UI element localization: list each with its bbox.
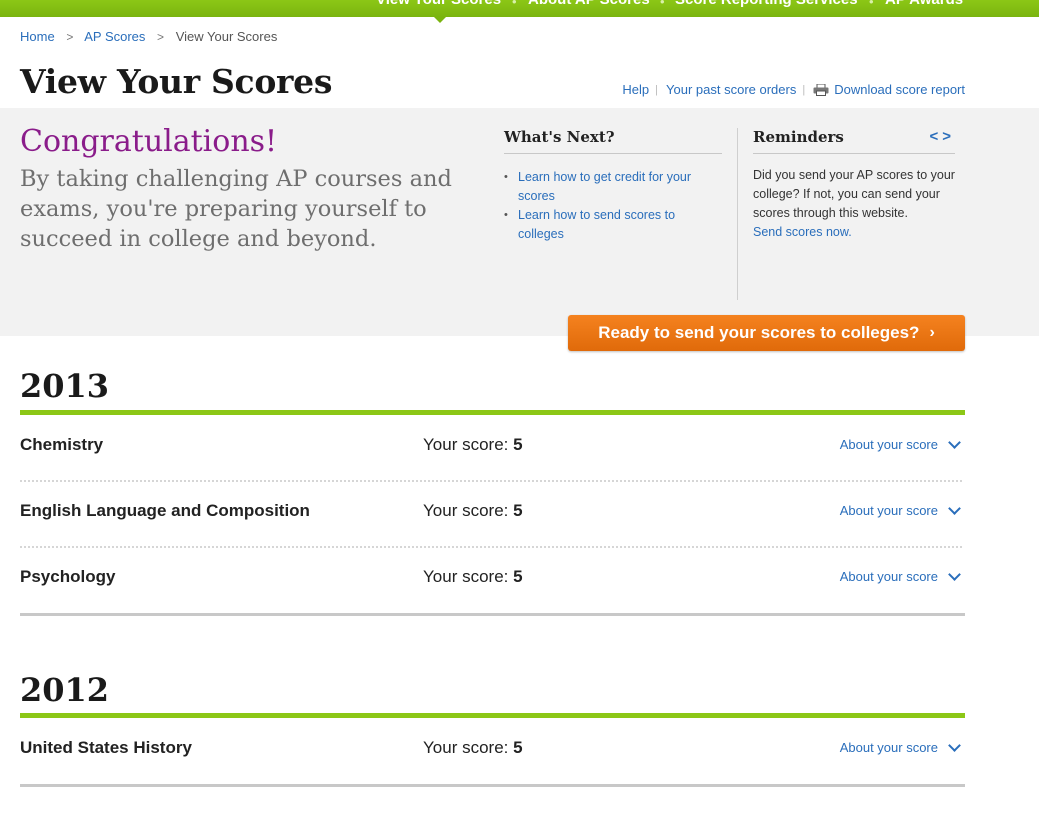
breadcrumb: Home > AP Scores > View Your Scores bbox=[20, 29, 277, 44]
chevron-down-icon bbox=[948, 567, 961, 581]
breadcrumb-home[interactable]: Home bbox=[20, 29, 55, 44]
score-value: Your score: 5 bbox=[423, 567, 523, 587]
nav-score-reporting-services[interactable]: Score Reporting Services bbox=[675, 0, 858, 8]
score-row: Psychology Your score: 5 About your scor… bbox=[20, 567, 965, 633]
section-end-divider bbox=[20, 613, 965, 616]
hero-message: By taking challenging AP courses and exa… bbox=[20, 166, 452, 252]
help-link[interactable]: Help bbox=[622, 82, 649, 97]
about-score-label: About your score bbox=[839, 437, 938, 452]
year-heading: 2013 bbox=[20, 367, 110, 405]
about-score-toggle[interactable]: About your score bbox=[839, 567, 961, 584]
breadcrumb-ap-scores[interactable]: AP Scores bbox=[84, 29, 145, 44]
link-divider: | bbox=[655, 83, 659, 96]
score-number: 5 bbox=[513, 567, 523, 586]
get-credit-link[interactable]: Learn how to get credit for your scores bbox=[518, 170, 691, 203]
whats-next-panel: What's Next? Learn how to get credit for… bbox=[504, 128, 722, 244]
chevron-left-icon[interactable]: < bbox=[929, 128, 942, 145]
about-score-label: About your score bbox=[839, 740, 938, 755]
send-scores-cta-button[interactable]: Ready to send your scores to colleges? › bbox=[568, 315, 965, 351]
reminders-title: Reminders bbox=[753, 128, 955, 154]
section-end-divider bbox=[20, 784, 965, 787]
subject-name: United States History bbox=[20, 738, 192, 757]
send-scores-info-link[interactable]: Learn how to send scores to colleges bbox=[518, 208, 675, 241]
breadcrumb-separator: > bbox=[66, 30, 74, 44]
subject-name: Chemistry bbox=[20, 435, 104, 454]
score-label: Your score: bbox=[423, 501, 509, 520]
about-score-toggle[interactable]: About your score bbox=[839, 501, 961, 518]
score-label: Your score: bbox=[423, 738, 509, 757]
score-value: Your score: 5 bbox=[423, 501, 523, 521]
breadcrumb-separator: > bbox=[157, 30, 165, 44]
utility-links: Help | Your past score orders | Download… bbox=[622, 82, 965, 97]
chevron-down-icon bbox=[948, 738, 961, 752]
chevron-down-icon bbox=[948, 501, 961, 515]
active-nav-caret bbox=[434, 17, 446, 23]
congratulations-heading: Congratulations! bbox=[20, 124, 278, 159]
score-value: Your score: 5 bbox=[423, 435, 523, 455]
about-score-label: About your score bbox=[839, 503, 938, 518]
score-row: Chemistry Your score: 5 About your score bbox=[20, 435, 965, 501]
hero-panel: Congratulations! By taking challenging A… bbox=[0, 108, 1039, 336]
page-title: View Your Scores bbox=[20, 62, 333, 101]
score-number: 5 bbox=[513, 435, 523, 454]
about-score-toggle[interactable]: About your score bbox=[839, 435, 961, 452]
top-nav: View Your Scores • About AP Scores • Sco… bbox=[0, 0, 1039, 17]
score-label: Your score: bbox=[423, 567, 509, 586]
whats-next-title: What's Next? bbox=[504, 128, 722, 154]
nav-about-ap-scores[interactable]: About AP Scores bbox=[528, 0, 650, 8]
reminder-text: Did you send your AP scores to your coll… bbox=[753, 168, 955, 220]
score-value: Your score: 5 bbox=[423, 738, 523, 758]
score-row: English Language and Composition Your sc… bbox=[20, 501, 965, 567]
whats-next-item: Learn how to send scores to colleges bbox=[504, 206, 722, 244]
nav-ap-awards[interactable]: AP Awards bbox=[885, 0, 963, 8]
year-divider bbox=[20, 713, 965, 718]
nav-separator: • bbox=[869, 0, 874, 9]
download-score-report-link[interactable]: Download score report bbox=[834, 82, 965, 97]
score-number: 5 bbox=[513, 738, 523, 757]
past-score-orders-link[interactable]: Your past score orders bbox=[666, 82, 796, 97]
printer-icon[interactable] bbox=[813, 83, 829, 96]
panel-divider bbox=[737, 128, 738, 300]
nav-separator: • bbox=[660, 0, 665, 9]
year-divider bbox=[20, 410, 965, 415]
send-scores-now-link[interactable]: Send scores now. bbox=[753, 223, 955, 242]
subject-name: Psychology bbox=[20, 567, 116, 586]
score-number: 5 bbox=[513, 501, 523, 520]
row-divider bbox=[20, 480, 962, 482]
chevron-down-icon bbox=[948, 435, 961, 449]
reminders-panel: Reminders <> Did you send your AP scores… bbox=[753, 128, 955, 242]
year-heading: 2012 bbox=[20, 671, 110, 709]
cta-label: Ready to send your scores to colleges? bbox=[598, 323, 920, 342]
score-row: United States History Your score: 5 Abou… bbox=[20, 738, 965, 804]
nav-separator: • bbox=[512, 0, 517, 9]
reminders-nav: <> bbox=[929, 128, 955, 145]
score-label: Your score: bbox=[423, 435, 509, 454]
link-divider: | bbox=[802, 83, 806, 96]
subject-name: English Language and Composition bbox=[20, 501, 310, 520]
chevron-right-icon: › bbox=[929, 324, 935, 341]
whats-next-item: Learn how to get credit for your scores bbox=[504, 168, 722, 206]
nav-view-your-scores[interactable]: View Your Scores bbox=[376, 0, 501, 8]
about-score-toggle[interactable]: About your score bbox=[839, 738, 961, 755]
about-score-label: About your score bbox=[839, 569, 938, 584]
breadcrumb-current: View Your Scores bbox=[175, 29, 278, 44]
chevron-right-icon[interactable]: > bbox=[942, 128, 955, 145]
row-divider bbox=[20, 546, 962, 548]
